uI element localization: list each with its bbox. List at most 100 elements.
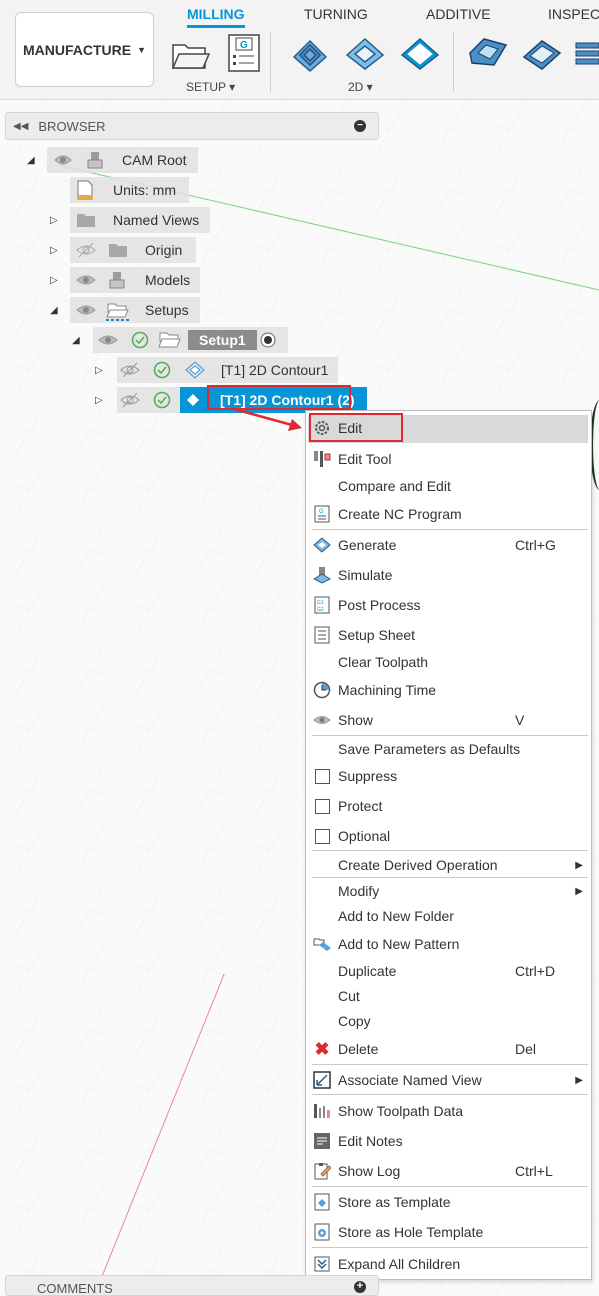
tree-node-setups[interactable]: ◢ Setups: [0, 297, 400, 323]
menu-item-store-as-hole-template[interactable]: Store as Hole Template: [306, 1219, 593, 1245]
svg-text:G: G: [319, 509, 324, 515]
menu-item-duplicate[interactable]: Duplicate Ctrl+D: [306, 958, 593, 984]
menu-item-create-derived-operation[interactable]: Create Derived Operation ▶: [306, 852, 593, 878]
tab-additive[interactable]: ADDITIVE: [426, 4, 491, 24]
expand-triangle-icon[interactable]: ▷: [95, 395, 103, 406]
setup-folder-icon: [158, 332, 181, 348]
eye-icon[interactable]: [76, 272, 96, 288]
menu-item-generate[interactable]: Generate Ctrl+G: [306, 532, 593, 558]
menu-item-compare-and-edit[interactable]: Compare and Edit: [306, 473, 593, 499]
origin-label: Origin: [145, 242, 183, 258]
tab-milling[interactable]: MILLING: [187, 4, 245, 28]
2d-adaptive-icon[interactable]: [290, 33, 330, 73]
menu-item-add-to-new-pattern[interactable]: Add to New Pattern: [306, 931, 593, 957]
tree-node-cam-root[interactable]: ◢ CAM Root: [0, 147, 400, 173]
activate-radio-icon[interactable]: [260, 332, 276, 348]
menu-item-show-toolpath-data[interactable]: Show Toolpath Data: [306, 1098, 593, 1124]
collapse-browser-icon[interactable]: ◀◀: [13, 121, 28, 132]
x-axis-line: [100, 974, 225, 1281]
3d-pocket-icon[interactable]: [522, 33, 562, 73]
eye-icon[interactable]: [98, 332, 118, 348]
menu-item-show[interactable]: Show V: [306, 707, 593, 733]
menu-separator: [312, 1094, 588, 1095]
menu-item-modify[interactable]: Modify ▶: [306, 878, 593, 904]
collapse-triangle-icon[interactable]: ◢: [50, 305, 58, 316]
checkbox-icon: [312, 796, 332, 816]
svg-text:G: G: [240, 40, 248, 51]
submenu-arrow-icon: ▶: [575, 885, 583, 897]
expand-triangle-icon[interactable]: ▷: [50, 245, 58, 256]
tree-node-named-views[interactable]: ▷ Named Views: [0, 207, 400, 233]
menu-item-cut[interactable]: Cut: [306, 983, 593, 1009]
tree-node-units[interactable]: Units: mm: [0, 177, 400, 203]
eye-icon[interactable]: [76, 302, 96, 318]
menu-item-delete[interactable]: ✖ Delete Del: [306, 1036, 593, 1062]
comments-panel[interactable]: COMMENTS +: [5, 1275, 379, 1296]
workspace-switcher[interactable]: MANUFACTURE ▼: [15, 12, 154, 87]
tab-turning[interactable]: TURNING: [304, 4, 368, 24]
menu-item-optional[interactable]: Optional: [306, 823, 593, 849]
menu-item-edit-notes[interactable]: Edit Notes: [306, 1128, 593, 1154]
highlight-box: [309, 413, 403, 442]
setup1-label: Setup1: [188, 330, 257, 350]
nc-program-toolbar-icon[interactable]: G: [224, 33, 264, 73]
collapse-triangle-icon[interactable]: ◢: [27, 155, 35, 166]
3d-parallel-icon[interactable]: [572, 33, 599, 73]
tree-node-origin[interactable]: ▷ Origin: [0, 237, 400, 263]
named-views-label: Named Views: [113, 212, 200, 228]
hole-template-icon: [312, 1222, 332, 1242]
units-document-icon: [77, 180, 93, 200]
menu-item-edit-tool[interactable]: Edit Tool: [306, 446, 593, 472]
menu-item-setup-sheet[interactable]: Setup Sheet: [306, 622, 593, 648]
menu-item-post-process[interactable]: G1 G2 Post Process: [306, 592, 593, 618]
menu-item-save-parameters-as-defaults[interactable]: Save Parameters as Defaults: [306, 736, 593, 762]
named-view-icon: [312, 1070, 332, 1090]
eye-hidden-icon[interactable]: [76, 242, 96, 258]
checkbox-icon: [312, 766, 332, 786]
menu-item-protect[interactable]: Protect: [306, 793, 593, 819]
tab-inspection[interactable]: INSPEC: [548, 4, 599, 24]
menu-item-associate-named-view[interactable]: Associate Named View ▶: [306, 1067, 593, 1093]
menu-item-copy[interactable]: Copy: [306, 1008, 593, 1034]
2d-pocket-icon[interactable]: [345, 33, 385, 73]
edit-tool-icon: [312, 449, 332, 469]
menu-item-clear-toolpath[interactable]: Clear Toolpath: [306, 649, 593, 675]
eye-hidden-icon[interactable]: [120, 392, 140, 408]
2d-group-label[interactable]: 2D ▾: [348, 80, 373, 94]
menu-item-create-nc-program[interactable]: G Create NC Program: [306, 501, 593, 527]
setup-group-label[interactable]: SETUP ▾: [186, 80, 235, 94]
tree-node-models[interactable]: ▷ Models: [0, 267, 400, 293]
eye-icon[interactable]: [54, 152, 72, 168]
delete-icon: ✖: [314, 1038, 330, 1059]
menu-item-store-as-template[interactable]: Store as Template: [306, 1189, 593, 1215]
eye-icon: [312, 710, 332, 730]
setups-folder-icon: [106, 303, 130, 321]
template-icon: [312, 1192, 332, 1212]
expand-comments-icon[interactable]: +: [354, 1281, 366, 1293]
tree-node-setup1[interactable]: ◢ Setup1: [0, 327, 400, 353]
browser-header[interactable]: ◀◀ BROWSER −: [5, 112, 379, 140]
menu-item-add-to-new-folder[interactable]: Add to New Folder: [306, 903, 593, 929]
3d-adaptive-icon[interactable]: [468, 33, 508, 73]
menu-item-simulate[interactable]: Simulate: [306, 562, 593, 588]
comments-title: COMMENTS: [37, 1281, 113, 1296]
expand-triangle-icon[interactable]: ▷: [95, 365, 103, 376]
expand-triangle-icon[interactable]: ▷: [50, 275, 58, 286]
menu-item-machining-time[interactable]: Machining Time: [306, 677, 593, 703]
tree-node-operation-1[interactable]: ▷ [T1] 2D Contour1: [0, 357, 400, 383]
menu-item-expand-all-children[interactable]: Expand All Children: [306, 1251, 593, 1277]
valid-check-icon: [131, 331, 149, 349]
menu-item-suppress[interactable]: Suppress: [306, 763, 593, 789]
eye-hidden-icon[interactable]: [120, 362, 140, 378]
minimize-browser-icon[interactable]: −: [354, 120, 366, 132]
new-folder-icon[interactable]: [170, 33, 210, 73]
valid-check-icon: [153, 361, 171, 379]
expand-triangle-icon[interactable]: ▷: [50, 215, 58, 226]
folder-icon: [77, 214, 95, 227]
folder-icon: [109, 244, 127, 257]
2d-contour-icon[interactable]: [400, 33, 440, 73]
operation-1-label: [T1] 2D Contour1: [221, 362, 329, 378]
menu-item-show-log[interactable]: Show Log Ctrl+L: [306, 1158, 593, 1184]
expand-icon: [312, 1254, 332, 1274]
collapse-triangle-icon[interactable]: ◢: [72, 335, 80, 346]
